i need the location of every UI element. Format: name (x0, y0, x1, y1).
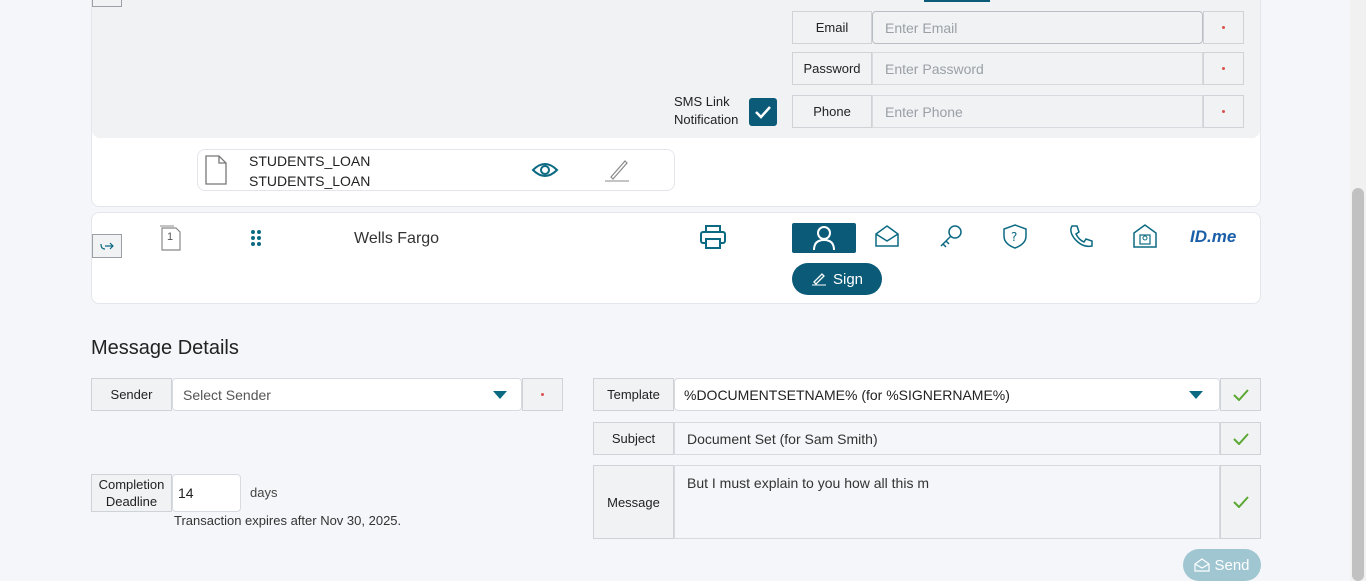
sender-label: Sender (91, 378, 172, 411)
expiry-note: Transaction expires after Nov 30, 2025. (174, 513, 402, 528)
deadline-unit: days (250, 485, 278, 500)
email-auth-icon[interactable] (872, 222, 902, 250)
template-valid-indicator (1220, 378, 1261, 411)
phone-auth-icon[interactable] (1065, 222, 1095, 250)
document-icon (204, 155, 228, 190)
deadline-input[interactable]: 14 (172, 474, 241, 512)
subject-valid-indicator (1220, 422, 1261, 455)
id-card-icon[interactable] (1130, 222, 1160, 250)
signer-name: Wells Fargo (354, 230, 440, 247)
sign-button-label: Sign (832, 270, 864, 288)
phone-field[interactable]: Enter Phone (872, 95, 1203, 128)
template-label: Template (593, 378, 674, 411)
sms-label-line1: SMS Link (674, 94, 730, 109)
send-button[interactable]: Send (1183, 549, 1261, 581)
signer-order-number: 1 (167, 231, 174, 243)
subject-input[interactable]: Document Set (for Sam Smith) (674, 422, 1220, 455)
message-valid-indicator (1220, 465, 1261, 539)
drag-handle-icon[interactable] (250, 229, 262, 252)
template-select[interactable]: %DOCUMENTSETNAME% (for %SIGNERNAME%) (674, 378, 1220, 411)
person-auth-button[interactable] (792, 223, 856, 253)
sender-select-value: Select Sender (183, 386, 271, 403)
security-question-icon[interactable]: ? (1000, 222, 1030, 250)
checkmark-icon (755, 106, 771, 119)
chevron-down-icon (1189, 390, 1203, 399)
email-required-indicator (1203, 11, 1244, 44)
svg-text:?: ? (1011, 230, 1017, 244)
pen-icon (811, 273, 826, 286)
template-select-value: %DOCUMENTSETNAME% (for %SIGNERNAME%) (684, 386, 1010, 403)
sign-button[interactable]: Sign (792, 263, 882, 295)
sms-label-line2: Notification (674, 112, 739, 127)
chevron-down-icon (493, 390, 507, 399)
document-name-line2: STUDENTS_LOAN (249, 173, 371, 189)
checkmark-icon (1232, 388, 1249, 401)
pen-icon[interactable] (602, 156, 632, 184)
email-field[interactable]: Enter Email (872, 11, 1203, 44)
scrollbar-thumb[interactable] (1352, 188, 1364, 581)
person-icon (813, 226, 835, 251)
phone-label: Phone (792, 95, 872, 128)
password-required-indicator (1203, 52, 1244, 85)
phone-required-indicator (1203, 95, 1244, 128)
collapse-toggle[interactable] (92, 0, 122, 7)
document-name-line1: STUDENTS_LOAN (249, 153, 371, 169)
completion-label-line2: Deadline (105, 494, 158, 509)
completion-deadline-label: Completion Deadline (91, 474, 172, 512)
password-field[interactable]: Enter Password (872, 52, 1203, 85)
signer-order-icon: 1 (159, 224, 183, 252)
send-icon (1194, 558, 1211, 572)
arrow-right-icon (100, 242, 114, 250)
completion-label-line1: Completion (98, 477, 165, 492)
active-tab-indicator (924, 0, 990, 2)
message-details-title: Message Details (91, 337, 239, 359)
eye-icon[interactable] (530, 158, 560, 182)
password-label: Password (792, 52, 872, 85)
expand-toggle[interactable] (92, 234, 122, 258)
checkmark-icon (1232, 496, 1249, 508)
document-name: STUDENTS_LOAN STUDENTS_LOAN (249, 151, 370, 191)
message-label: Message (593, 465, 674, 539)
send-button-label: Send (1214, 556, 1250, 574)
printer-icon[interactable] (699, 223, 727, 251)
subject-label: Subject (593, 422, 674, 455)
key-icon[interactable] (936, 222, 966, 250)
sms-notification-label: SMS Link Notification (674, 93, 738, 129)
checkmark-icon (1232, 432, 1249, 445)
email-label: Email (792, 11, 872, 44)
sender-required-indicator (522, 378, 563, 411)
sms-checkbox[interactable] (749, 98, 777, 126)
idme-button[interactable]: ID.me (1190, 227, 1236, 247)
sender-select[interactable]: Select Sender (172, 378, 522, 411)
message-textarea[interactable]: But I must explain to you how all this m (674, 465, 1220, 539)
